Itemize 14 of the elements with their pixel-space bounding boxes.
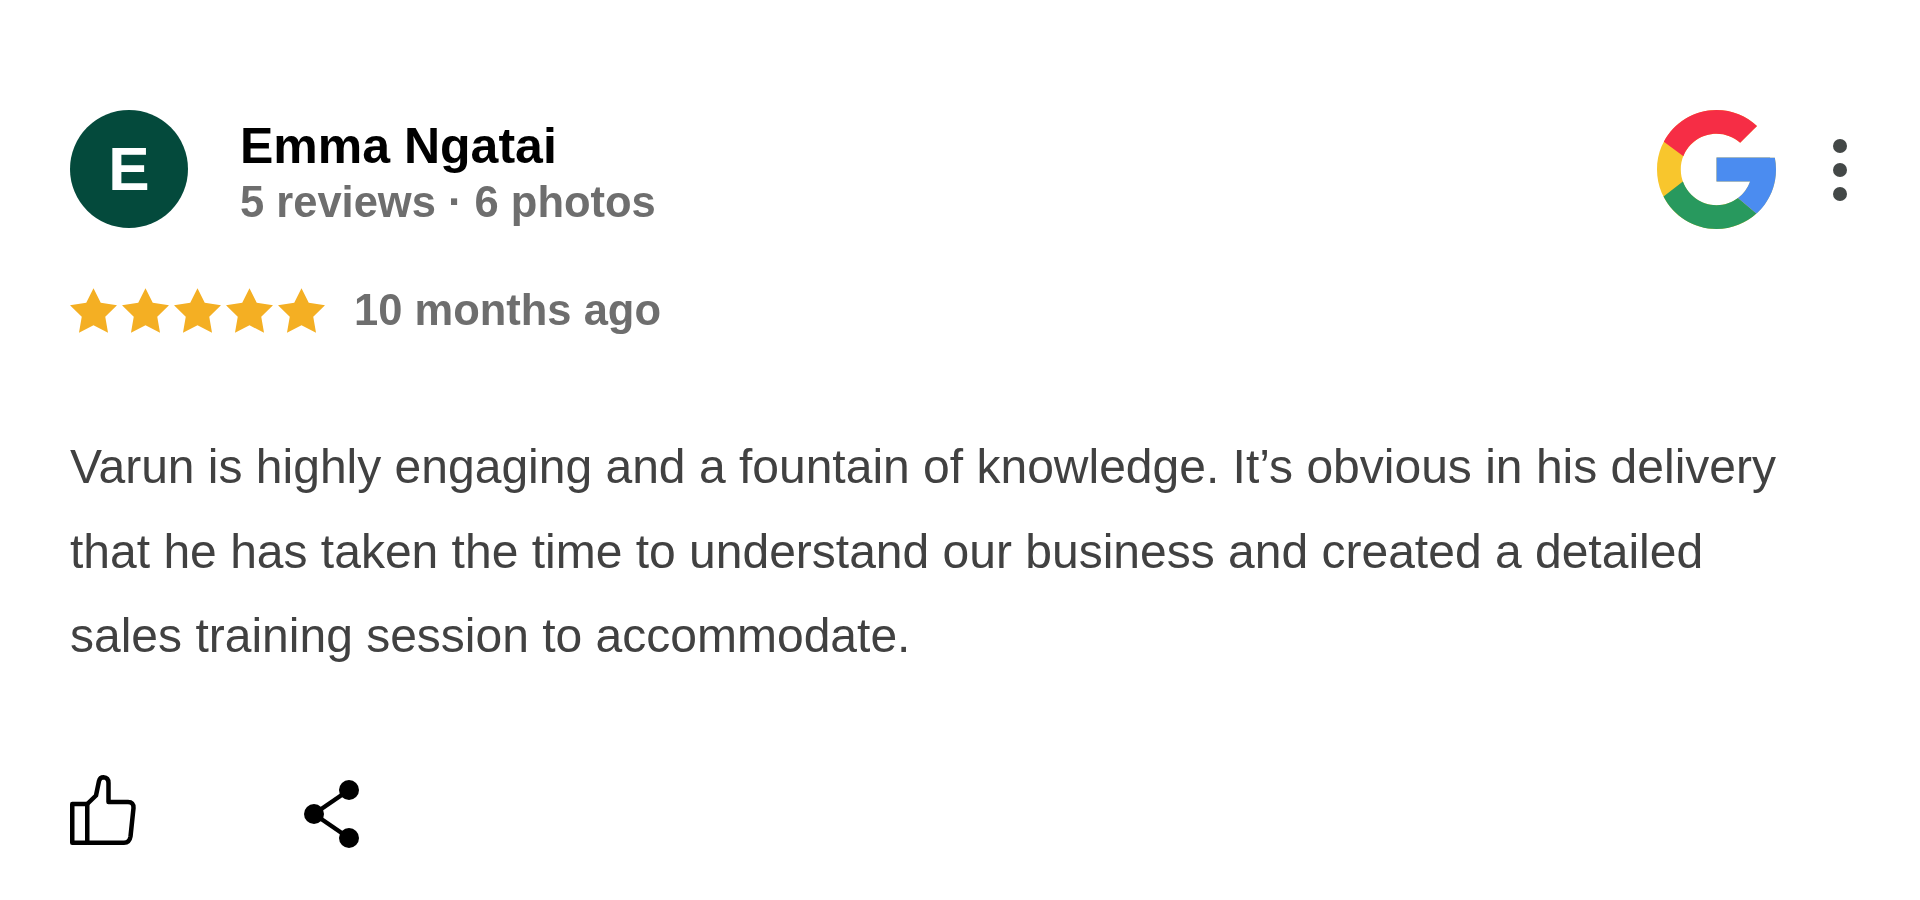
- thumbs-up-icon[interactable]: [70, 774, 136, 845]
- author-stats: 5 reviews · 6 photos: [240, 177, 656, 227]
- share-icon[interactable]: [304, 779, 359, 848]
- star-icon: [122, 287, 169, 333]
- star-icon: [70, 287, 117, 333]
- star-icon: [174, 287, 221, 333]
- more-options-icon[interactable]: [1833, 138, 1847, 201]
- g-logo-icon: [1657, 110, 1776, 229]
- star-icon: [226, 287, 273, 333]
- review-time: 10 months ago: [354, 285, 661, 335]
- review-text: Varun is highly engaging and a fountain of knowledge. It’s obvious in his delivery that he has taken the time to understand our business and created a detailed sales training session to accommodate.: [70, 439, 1777, 664]
- author-name: Emma Ngatai: [240, 117, 558, 175]
- star-icon: [278, 287, 325, 333]
- avatar: E: [70, 110, 188, 228]
